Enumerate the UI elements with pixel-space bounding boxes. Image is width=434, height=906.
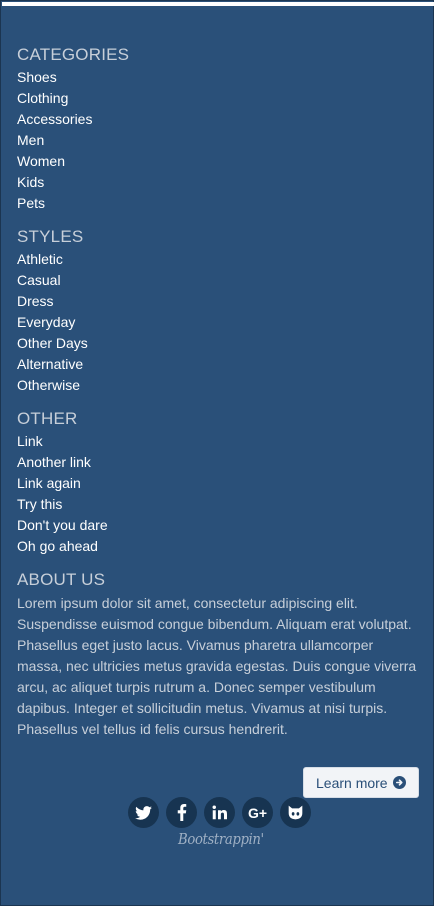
- learn-more-label: Learn more: [316, 774, 388, 791]
- styles-section: STYLES Athletic Casual Dress Everyday Ot…: [17, 227, 419, 396]
- other-link-link-again[interactable]: Link again: [17, 473, 419, 494]
- facebook-icon[interactable]: [166, 797, 197, 828]
- category-link-men[interactable]: Men: [17, 130, 419, 151]
- styles-list: Athletic Casual Dress Everyday Other Day…: [17, 249, 419, 396]
- other-link-oh-go-ahead[interactable]: Oh go ahead: [17, 536, 419, 557]
- other-section: OTHER Link Another link Link again Try t…: [17, 409, 419, 557]
- about-section: ABOUT US Lorem ipsum dolor sit amet, con…: [17, 570, 419, 740]
- category-link-kids[interactable]: Kids: [17, 172, 419, 193]
- about-text: Lorem ipsum dolor sit amet, consectetur …: [17, 595, 417, 737]
- style-link-other-days[interactable]: Other Days: [17, 333, 419, 354]
- about-title: ABOUT US: [17, 570, 106, 589]
- page-frame: CATEGORIES Shoes Clothing Accessories Me…: [0, 0, 434, 906]
- learn-more-button[interactable]: Learn more: [303, 767, 419, 798]
- style-link-alternative[interactable]: Alternative: [17, 354, 419, 375]
- brand-logo: Bootstrappin': [178, 830, 264, 848]
- categories-section: CATEGORIES Shoes Clothing Accessories Me…: [17, 45, 419, 214]
- linkedin-icon[interactable]: [204, 797, 235, 828]
- other-link-dont-you-dare[interactable]: Don't you dare: [17, 515, 419, 536]
- style-link-casual[interactable]: Casual: [17, 270, 419, 291]
- other-link-another-link[interactable]: Another link: [17, 452, 419, 473]
- style-link-dress[interactable]: Dress: [17, 291, 419, 312]
- category-link-clothing[interactable]: Clothing: [17, 88, 419, 109]
- category-link-women[interactable]: Women: [17, 151, 419, 172]
- category-link-accessories[interactable]: Accessories: [17, 109, 419, 130]
- learn-more-row: Learn more: [303, 767, 419, 798]
- google-plus-label: G+: [247, 804, 268, 821]
- category-link-shoes[interactable]: Shoes: [17, 67, 419, 88]
- other-title: OTHER: [17, 409, 78, 428]
- style-link-otherwise[interactable]: Otherwise: [17, 375, 419, 396]
- styles-title: STYLES: [17, 227, 84, 246]
- footer-content: CATEGORIES Shoes Clothing Accessories Me…: [17, 45, 419, 753]
- google-plus-icon[interactable]: G+: [242, 797, 273, 828]
- twitter-icon[interactable]: [128, 797, 159, 828]
- social-icons: G+: [128, 797, 311, 828]
- other-link-try-this[interactable]: Try this: [17, 494, 419, 515]
- categories-title: CATEGORIES: [17, 45, 130, 64]
- arrow-circle-right-icon: [392, 776, 406, 789]
- categories-list: Shoes Clothing Accessories Men Women Kid…: [17, 67, 419, 214]
- github-icon[interactable]: [280, 797, 311, 828]
- style-link-athletic[interactable]: Athletic: [17, 249, 419, 270]
- style-link-everyday[interactable]: Everyday: [17, 312, 419, 333]
- other-list: Link Another link Link again Try this Do…: [17, 431, 419, 557]
- other-link-link[interactable]: Link: [17, 431, 419, 452]
- top-divider: [2, 2, 434, 6]
- category-link-pets[interactable]: Pets: [17, 193, 419, 214]
